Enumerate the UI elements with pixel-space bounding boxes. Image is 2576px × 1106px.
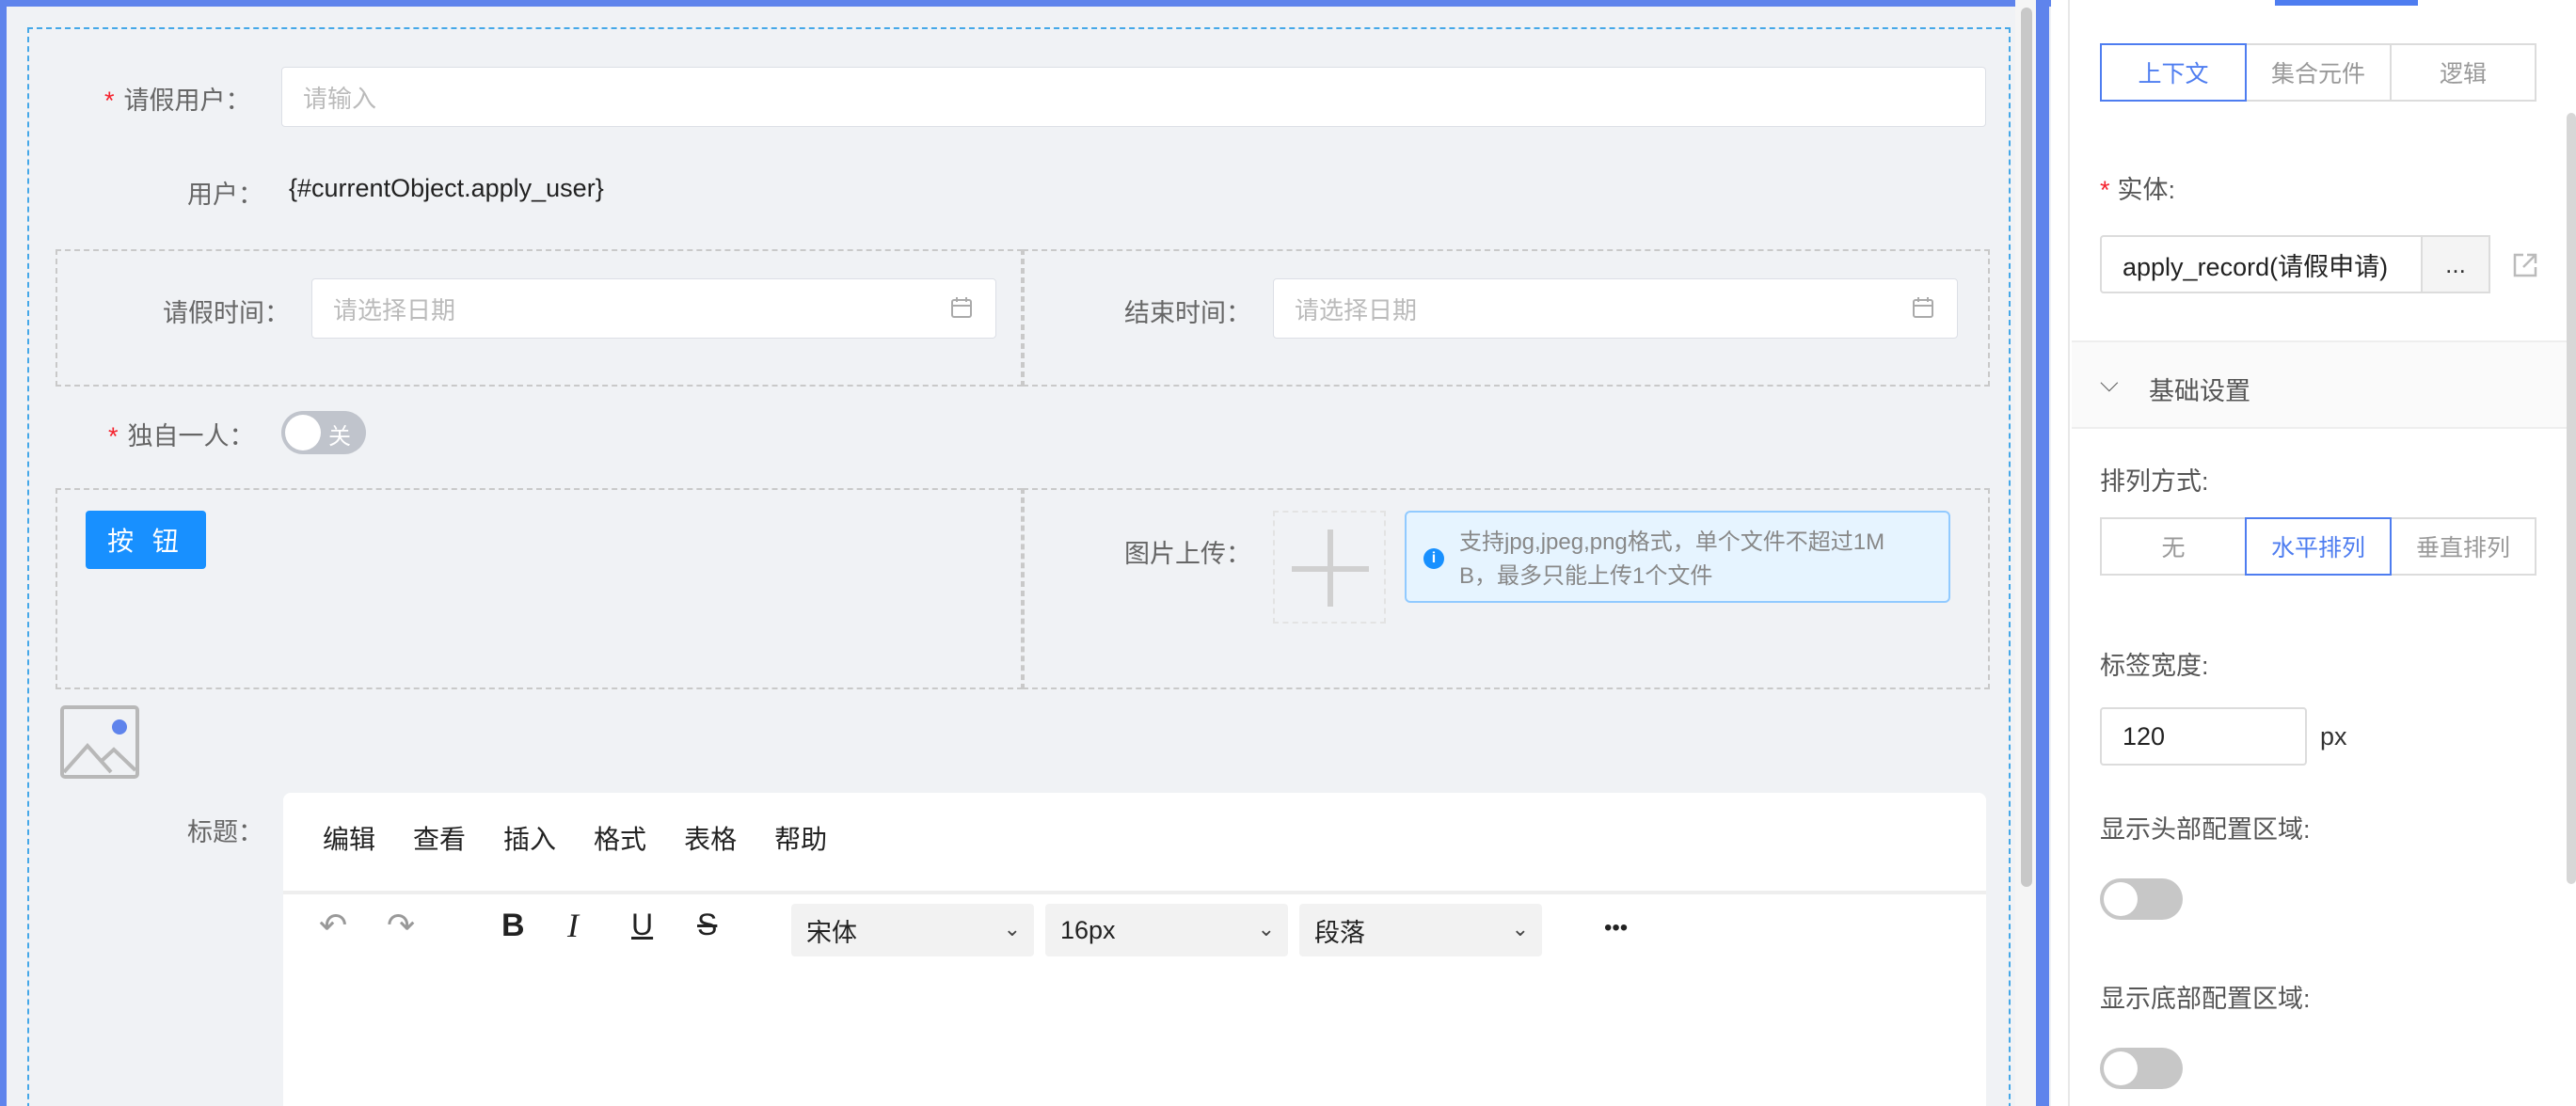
- chevron-down-icon: ⌄: [1003, 917, 1021, 940]
- underline-icon[interactable]: U: [631, 908, 653, 942]
- user-label: 用户：: [187, 181, 263, 209]
- chevron-down-icon: ⌄: [1511, 917, 1529, 940]
- show-header-toggle[interactable]: [2100, 878, 2183, 920]
- primary-button[interactable]: 按 钮: [86, 511, 206, 569]
- show-header-label: 显示头部配置区域:: [2100, 815, 2311, 844]
- label-width-input[interactable]: 120: [2100, 707, 2307, 766]
- menu-view[interactable]: 查看: [413, 819, 466, 857]
- form-canvas: * 请假用户： 请输入 用户： {#currentObject.apply_use…: [0, 0, 2051, 1106]
- arrange-horizontal[interactable]: 水平排列: [2245, 517, 2392, 576]
- end-time-label: 结束时间：: [1124, 299, 1251, 327]
- entity-picker-button[interactable]: ...: [2421, 235, 2490, 293]
- source-tabs: 上下文 集合元件 逻辑: [2100, 43, 2536, 102]
- leave-time-picker[interactable]: 请选择日期: [311, 278, 996, 339]
- block-format-select[interactable]: 段落 ⌄: [1299, 904, 1542, 956]
- leave-user-input[interactable]: 请输入: [281, 67, 1986, 127]
- title-label: 标题：: [187, 818, 263, 846]
- image-placeholder-icon[interactable]: [59, 704, 140, 780]
- image-upload-trigger[interactable]: [1273, 511, 1386, 624]
- tab-context[interactable]: 上下文: [2100, 43, 2247, 102]
- undo-icon[interactable]: ↶: [319, 906, 347, 945]
- user-value: {#currentObject.apply_user}: [289, 174, 604, 202]
- chevron-down-icon: ⌵: [2100, 369, 2119, 397]
- show-footer-toggle[interactable]: [2100, 1048, 2183, 1089]
- redo-icon[interactable]: ↷: [387, 906, 415, 945]
- strikethrough-icon[interactable]: S: [697, 908, 717, 942]
- upload-hint-alert: i 支持jpg,jpeg,png格式，单个文件不超过1M B，最多只能上传1个文…: [1405, 511, 1950, 603]
- active-tab-indicator: [2275, 0, 2418, 6]
- leave-user-label: * 请假用户：: [104, 87, 251, 115]
- arrange-vertical[interactable]: 垂直排列: [2390, 517, 2536, 576]
- leave-time-label: 请假时间：: [163, 299, 290, 327]
- toolbar-divider: [283, 891, 1986, 894]
- editor-menubar: 编辑 查看 插入 格式 表格 帮助: [323, 819, 865, 857]
- menu-format[interactable]: 格式: [594, 819, 646, 857]
- arrange-none[interactable]: 无: [2100, 517, 2247, 576]
- property-panel: 上下文 集合元件 逻辑 * 实体: apply_record(请假申请) ... …: [2068, 0, 2576, 1106]
- tab-collection[interactable]: 集合元件: [2245, 43, 2392, 102]
- arrange-label: 排列方式:: [2100, 467, 2209, 496]
- calendar-icon: [951, 297, 972, 318]
- calendar-icon: [1913, 297, 1933, 318]
- info-icon: i: [1423, 548, 1444, 569]
- end-time-picker[interactable]: 请选择日期: [1273, 278, 1958, 339]
- label-width-label: 标签宽度:: [2100, 652, 2209, 680]
- alone-label: * 独自一人：: [108, 422, 255, 450]
- alone-switch[interactable]: 关: [281, 411, 366, 454]
- image-upload-label: 图片上传：: [1124, 540, 1251, 568]
- entity-label: * 实体:: [2100, 176, 2176, 204]
- chevron-down-icon: ⌄: [1257, 917, 1275, 940]
- italic-icon[interactable]: I: [567, 906, 579, 945]
- menu-insert[interactable]: 插入: [503, 819, 556, 857]
- tab-logic[interactable]: 逻辑: [2390, 43, 2536, 102]
- bold-icon[interactable]: B: [501, 908, 525, 944]
- open-external-icon[interactable]: [2510, 250, 2540, 280]
- switch-knob: [285, 415, 321, 450]
- arrange-options: 无 水平排列 垂直排列: [2100, 517, 2536, 576]
- menu-help[interactable]: 帮助: [774, 819, 827, 857]
- label-width-unit: px: [2320, 722, 2347, 750]
- more-icon[interactable]: •••: [1604, 915, 1628, 941]
- canvas-scrollbar[interactable]: [2021, 8, 2032, 887]
- menu-edit[interactable]: 编辑: [323, 819, 375, 857]
- font-size-select[interactable]: 16px ⌄: [1045, 904, 1288, 956]
- rich-text-editor[interactable]: 编辑 查看 插入 格式 表格 帮助 ↶ ↷ B I U S 宋体 ⌄ 16px ⌄ …: [283, 793, 1986, 1106]
- font-family-select[interactable]: 宋体 ⌄: [791, 904, 1034, 956]
- entity-field[interactable]: apply_record(请假申请): [2100, 235, 2423, 293]
- selection-border: [2036, 0, 2049, 1106]
- show-footer-label: 显示底部配置区域:: [2100, 985, 2311, 1013]
- menu-table[interactable]: 表格: [684, 819, 737, 857]
- section-header-basic[interactable]: ⌵ 基础设置: [2072, 340, 2576, 429]
- section-title: 基础设置: [2149, 377, 2250, 405]
- panel-scrollbar[interactable]: [2567, 113, 2576, 884]
